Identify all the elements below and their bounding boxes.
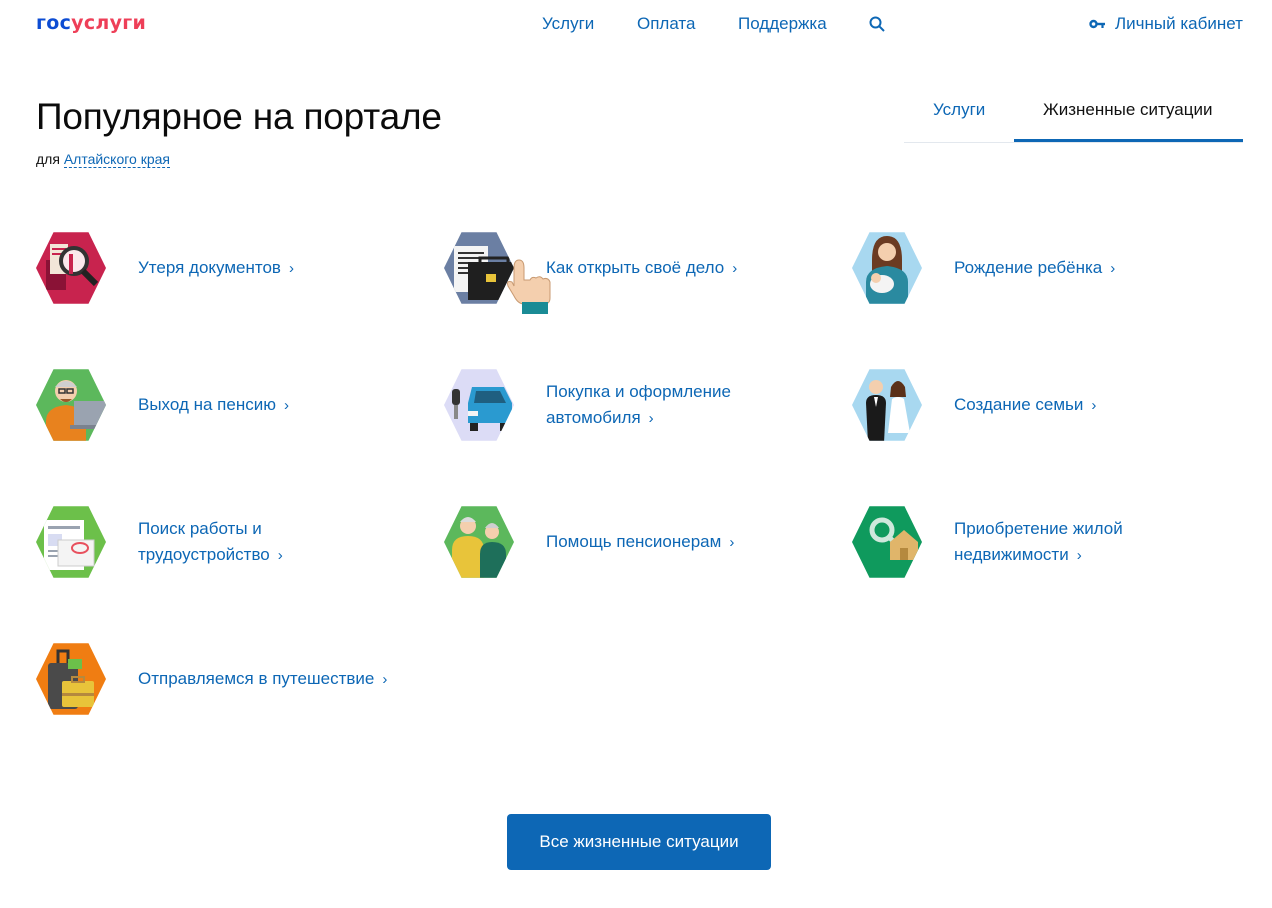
- nav-payment[interactable]: Оплата: [637, 14, 695, 34]
- chevron-right-icon: ›: [1091, 396, 1097, 414]
- all-life-situations-button[interactable]: Все жизненные ситуации: [507, 814, 771, 870]
- chevron-right-icon: ›: [1076, 546, 1082, 564]
- situation-pensioner-help[interactable]: Помощь пенсионерам ›: [444, 504, 734, 580]
- situation-job-search[interactable]: Поиск работы и трудоустройство ›: [36, 504, 283, 580]
- pensioner-icon: [36, 369, 106, 441]
- situation-child-birth[interactable]: Рождение ребёнка ›: [852, 230, 1115, 306]
- situation-car-purchase[interactable]: Покупка и оформление автомобиля ›: [444, 367, 731, 443]
- chevron-right-icon: ›: [283, 396, 289, 414]
- briefcase-icon: [444, 232, 514, 304]
- house-key-icon: [852, 506, 922, 578]
- resume-icon: [36, 506, 106, 578]
- tab-life-situations[interactable]: Жизненные ситуации: [1043, 100, 1212, 120]
- chevron-right-icon: ›: [277, 546, 283, 564]
- gosuslugi-logo[interactable]: госуслуги: [36, 12, 146, 34]
- chevron-right-icon: ›: [1110, 259, 1116, 277]
- lost-documents-icon: [36, 232, 106, 304]
- mother-baby-icon: [852, 232, 922, 304]
- tab-services[interactable]: Услуги: [933, 100, 985, 120]
- chevron-right-icon: ›: [732, 259, 738, 277]
- region-subtitle: для Алтайского края: [36, 151, 171, 168]
- situation-open-business[interactable]: Как открыть своё дело ›: [444, 230, 737, 306]
- header: госуслуги Услуги Оплата Поддержка Личный…: [0, 0, 1272, 48]
- key-icon: [1089, 19, 1105, 29]
- chevron-right-icon: ›: [648, 409, 654, 427]
- wedding-icon: [852, 369, 922, 441]
- chevron-right-icon: ›: [729, 533, 735, 551]
- elderly-couple-icon: [444, 506, 514, 578]
- tabs: Услуги Жизненные ситуации: [904, 84, 1243, 143]
- situation-real-estate[interactable]: Приобретение жилой недвижимости ›: [852, 504, 1123, 580]
- region-selector[interactable]: Алтайского края: [63, 151, 171, 168]
- situation-travel[interactable]: Отправляемся в путешествие ›: [36, 641, 387, 717]
- luggage-icon: [36, 643, 106, 715]
- page-title: Популярное на портале: [36, 96, 442, 137]
- situation-retirement[interactable]: Выход на пенсию ›: [36, 367, 289, 443]
- situation-lost-documents[interactable]: Утеря документов ›: [36, 230, 294, 306]
- personal-cabinet-link[interactable]: Личный кабинет: [1089, 14, 1243, 34]
- situation-family[interactable]: Создание семьи ›: [852, 367, 1096, 443]
- nav-support[interactable]: Поддержка: [738, 14, 827, 34]
- search-icon[interactable]: [869, 16, 885, 32]
- active-tab-indicator: [1014, 139, 1243, 142]
- nav-services[interactable]: Услуги: [542, 14, 594, 34]
- chevron-right-icon: ›: [288, 259, 294, 277]
- chevron-right-icon: ›: [382, 670, 388, 688]
- car-icon: [444, 369, 514, 441]
